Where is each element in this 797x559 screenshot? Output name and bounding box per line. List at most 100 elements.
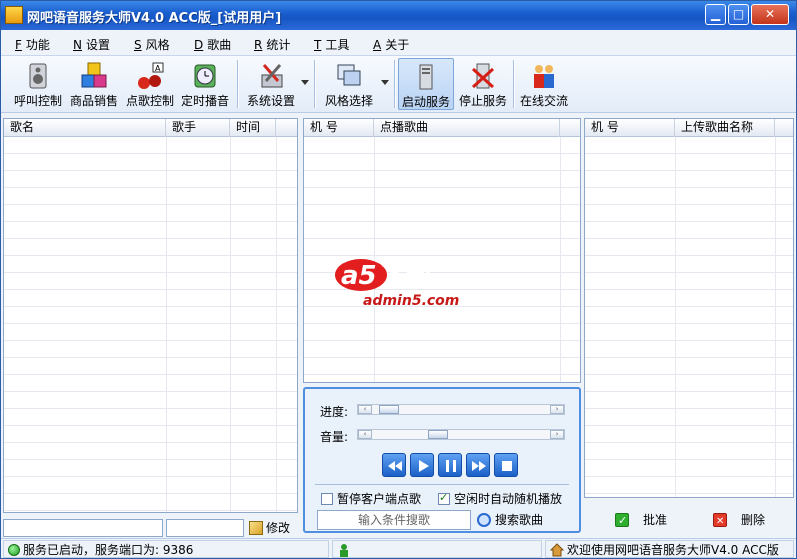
menu-tools[interactable]: T 工具 [314, 36, 349, 53]
volume-slider[interactable]: ‹ › [357, 429, 565, 440]
search-icon [477, 513, 491, 527]
column-divider [230, 137, 231, 512]
pause-button[interactable] [438, 453, 462, 477]
windows-icon [337, 64, 361, 86]
upload-list[interactable]: 机 号 上传歌曲名称 [584, 118, 794, 498]
rewind-icon [388, 461, 402, 471]
slider-left-icon[interactable]: ‹ [358, 405, 372, 414]
online-chat-button[interactable]: 在线交流 [517, 58, 571, 110]
server-icon [419, 64, 433, 90]
pause-client-requests-checkbox[interactable] [321, 493, 333, 505]
progress-thumb[interactable] [378, 405, 399, 414]
menu-function[interactable]: F 功能 [15, 36, 50, 53]
pause-icon [446, 460, 456, 472]
approve-label: 批准 [643, 513, 668, 527]
home-icon [549, 543, 565, 557]
timed-broadcast-label: 定时播音 [180, 94, 229, 108]
rewind-button[interactable] [382, 453, 406, 477]
service-status-text: 服务已启动，服务端口为: 9386 [23, 543, 194, 557]
play-icon [419, 460, 429, 472]
delete-icon [713, 513, 727, 531]
style-select-button[interactable]: 风格选择 [321, 58, 377, 110]
title-bar[interactable]: 网吧语音服务大师V4.0 ACC版_[试用用户] ▁ □ ✕ [1, 1, 796, 30]
song-name-field[interactable] [3, 519, 163, 537]
column-divider [675, 137, 676, 497]
auto-random-play-option[interactable]: 空闲时自动随机播放 [438, 490, 562, 507]
delete-button[interactable]: 删除 [713, 511, 766, 531]
pause-client-requests-label: 暂停客户端点歌 [337, 492, 422, 506]
stop-service-button[interactable]: 停止服务 [456, 58, 510, 110]
maximize-icon: □ [732, 7, 745, 21]
app-window: 网吧语音服务大师V4.0 ACC版_[试用用户] ▁ □ ✕ F 功能 N 设置 S… [0, 0, 797, 559]
menu-stats[interactable]: R 统计 [254, 36, 290, 53]
request-list[interactable]: 机 号 点播歌曲 [303, 118, 581, 383]
status-bar: 服务已启动，服务端口为: 9386 欢迎使用网吧语音服务大师V4.0 ACC版 [1, 538, 796, 558]
column-header-uploaded-song[interactable]: 上传歌曲名称 [675, 119, 775, 137]
song-control-label: 点歌控制 [125, 94, 174, 108]
play-button[interactable] [410, 453, 434, 477]
menu-songs[interactable]: D 歌曲 [194, 36, 231, 53]
product-sales-label: 商品销售 [69, 94, 118, 108]
menu-style[interactable]: S 风格 [134, 36, 170, 53]
toolbar: 呼叫控制 商品销售 A 点歌控制 定时播音 系统设置 风格选择 启动服务 停止服… [1, 56, 796, 113]
slider-right-icon[interactable]: › [550, 405, 564, 414]
stop-button[interactable] [494, 453, 518, 477]
volume-thumb[interactable] [427, 430, 448, 439]
slider-right-icon[interactable]: › [550, 430, 564, 439]
column-divider [276, 137, 277, 512]
system-settings-label: 系统设置 [246, 94, 295, 108]
close-button[interactable]: ✕ [751, 4, 789, 25]
column-header-machine[interactable]: 机 号 [585, 119, 675, 137]
style-select-label: 风格选择 [324, 94, 373, 108]
column-divider [166, 137, 167, 512]
welcome-status: 欢迎使用网吧语音服务大师V4.0 ACC版 [545, 540, 794, 558]
column-header-machine[interactable]: 机 号 [304, 119, 374, 137]
style-select-dropdown-icon[interactable] [381, 80, 389, 85]
people-icon [534, 65, 554, 88]
auto-random-play-checkbox[interactable] [438, 491, 450, 505]
search-songs-label: 搜索歌曲 [495, 513, 544, 527]
call-control-button[interactable]: 呼叫控制 [11, 58, 65, 110]
music-notes-icon: A [138, 62, 164, 89]
upload-list-body[interactable] [585, 137, 793, 497]
maximize-button[interactable]: □ [728, 4, 749, 25]
cubes-icon [81, 62, 107, 88]
column-header-duration[interactable]: 时间 [230, 119, 276, 137]
song-control-button[interactable]: A 点歌控制 [123, 58, 177, 110]
song-list-body[interactable] [4, 137, 297, 512]
upload-list-header: 机 号 上传歌曲名称 [585, 119, 793, 137]
online-chat-label: 在线交流 [519, 94, 568, 108]
song-search-input[interactable]: 输入条件搜歌 [317, 510, 471, 530]
progress-slider[interactable]: ‹ › [357, 404, 565, 415]
timed-broadcast-button[interactable]: 定时播音 [178, 58, 232, 110]
system-settings-dropdown-icon[interactable] [301, 80, 309, 85]
menu-settings[interactable]: N 设置 [73, 36, 110, 53]
column-header-song[interactable]: 歌名 [4, 119, 166, 137]
volume-label: 音量: [320, 430, 349, 444]
toolbar-separator [513, 60, 514, 108]
status-cell-user [332, 540, 542, 558]
pencil-icon [249, 521, 263, 535]
search-songs-button[interactable]: 搜索歌曲 [477, 509, 543, 531]
column-header-artist[interactable]: 歌手 [166, 119, 230, 137]
fast-forward-button[interactable] [466, 453, 490, 477]
delete-label: 删除 [741, 513, 766, 527]
slider-left-icon[interactable]: ‹ [358, 430, 372, 439]
modify-label: 修改 [266, 521, 291, 535]
pause-client-requests-option[interactable]: 暂停客户端点歌 [321, 490, 421, 507]
start-service-button[interactable]: 启动服务 [398, 58, 454, 110]
artist-field[interactable] [166, 519, 244, 537]
minimize-icon: ▁ [710, 7, 721, 21]
approve-button[interactable]: 批准 [615, 511, 668, 530]
song-list[interactable]: 歌名 歌手 时间 [3, 118, 298, 513]
product-sales-button[interactable]: 商品销售 [67, 58, 121, 110]
system-settings-button[interactable]: 系统设置 [243, 58, 299, 110]
column-header-requested-song[interactable]: 点播歌曲 [374, 119, 560, 137]
column-divider [775, 137, 776, 497]
minimize-button[interactable]: ▁ [705, 4, 726, 25]
start-service-label: 启动服务 [401, 95, 450, 109]
service-status: 服务已启动，服务端口为: 9386 [3, 540, 329, 558]
svg-text:A: A [155, 64, 161, 73]
modify-button[interactable]: 修改 [249, 519, 290, 537]
menu-about[interactable]: A 关于 [373, 36, 409, 53]
